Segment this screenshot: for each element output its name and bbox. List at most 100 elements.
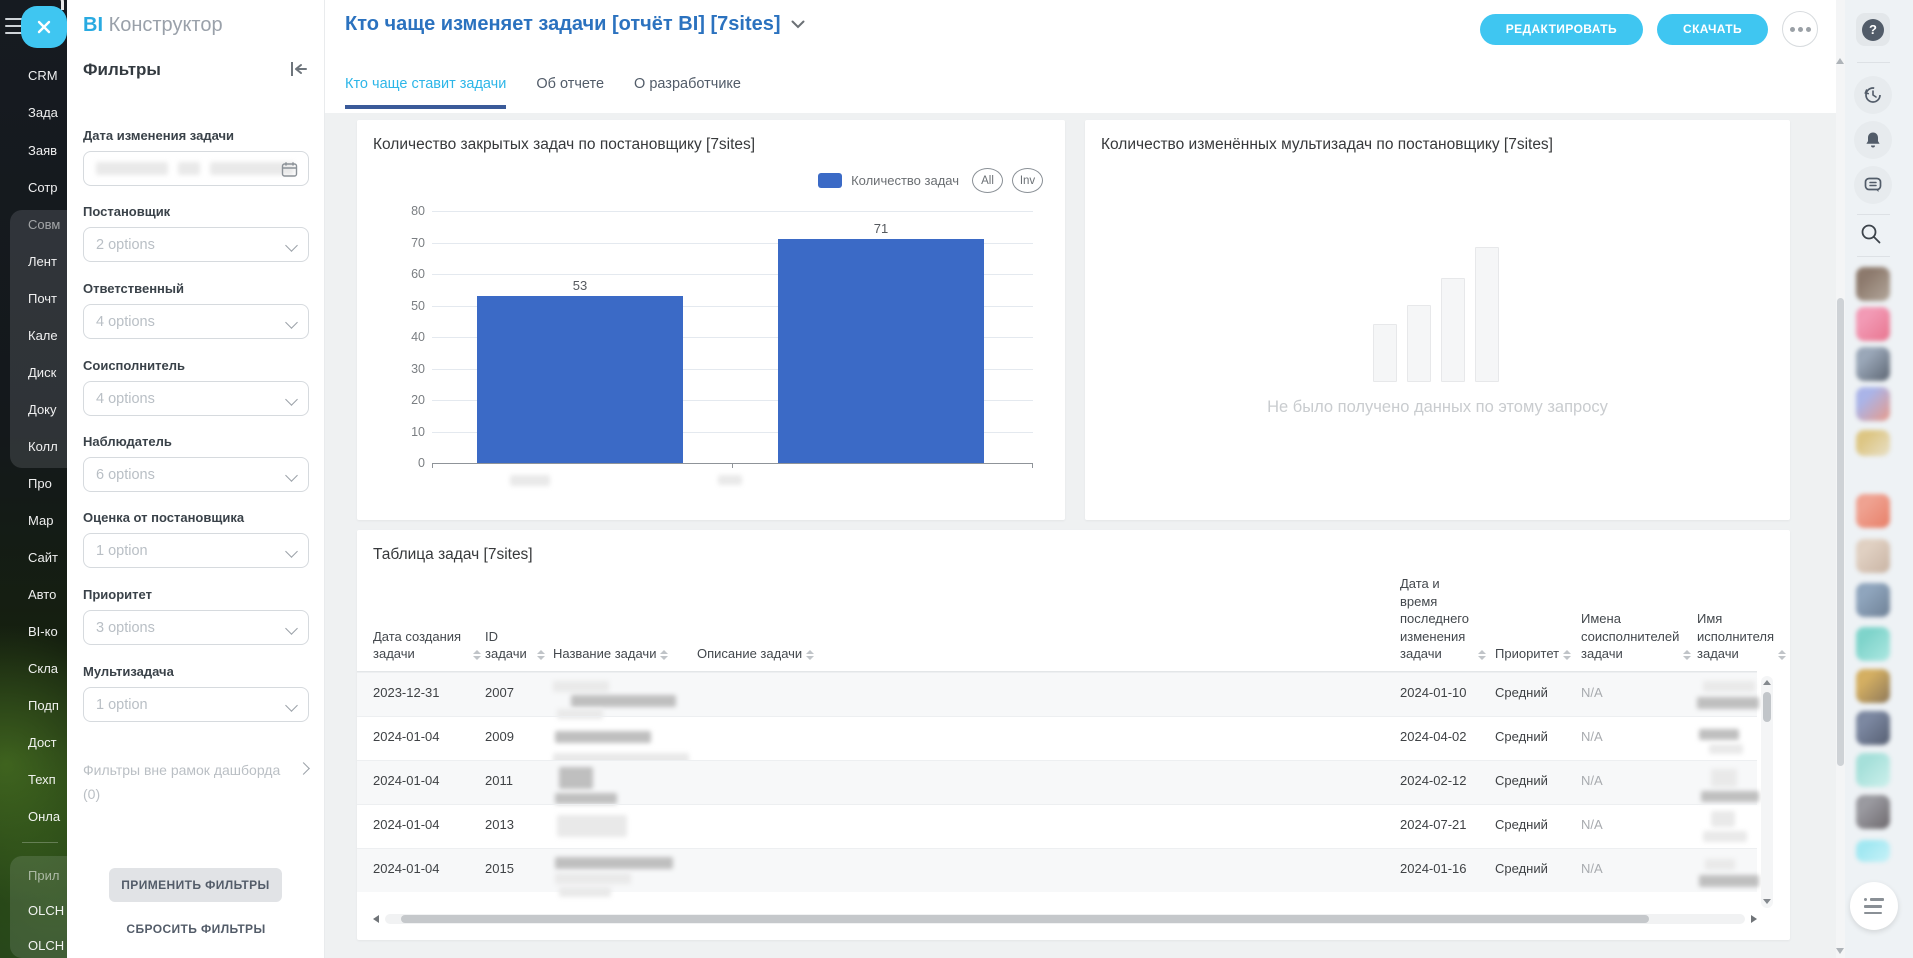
priority-filter-select[interactable]: 3 options (83, 610, 309, 645)
table-row[interactable]: 2024-01-04 2013 2024-07-21 Средний N/A (357, 804, 1757, 848)
scrollbar-thumb[interactable] (1837, 298, 1844, 766)
table-horizontal-scrollbar[interactable] (373, 914, 1757, 924)
avatar[interactable] (1856, 753, 1890, 787)
avatar[interactable] (1856, 627, 1890, 661)
table-row[interactable]: 2024-01-04 2011 2024-02-12 Средний N/A (357, 760, 1759, 804)
coexecutor-filter-select[interactable]: 4 options (83, 381, 309, 416)
sort-icon[interactable] (1478, 650, 1486, 663)
sidebar-item-collab[interactable]: Совм (28, 217, 60, 232)
sidebar-item-disk[interactable]: Диск (28, 365, 56, 380)
sidebar-item-olch-2[interactable]: OLCH (28, 938, 64, 953)
sort-icon[interactable] (1563, 650, 1572, 663)
sidebar-item-crm[interactable]: CRM (28, 68, 58, 83)
history-button[interactable] (1854, 76, 1892, 114)
messenger-button[interactable] (1854, 166, 1892, 204)
tab-about-report[interactable]: Об отчете (536, 76, 604, 109)
tab-who-creates-tasks[interactable]: Кто чаще ставит задачи (345, 76, 507, 109)
creator-filter-select[interactable]: 2 options (83, 227, 309, 262)
scroll-left-arrow[interactable] (373, 915, 379, 923)
avatar[interactable] (1856, 494, 1890, 528)
bar-series-1[interactable]: 71 (778, 221, 984, 463)
date-filter-input[interactable] (83, 151, 309, 186)
sidebar-item-colleagues[interactable]: Колл (28, 439, 58, 454)
avatar[interactable] (1856, 539, 1890, 573)
sidebar-item-warehouse[interactable]: Скла (28, 661, 58, 676)
sidebar-item-mail[interactable]: Почт (28, 291, 57, 306)
scroll-down-arrow[interactable] (1763, 899, 1771, 904)
sidebar-item-olch-1[interactable]: OLCH (28, 903, 64, 918)
help-button[interactable]: ? (1856, 13, 1890, 46)
sidebar-item-bi-constructor[interactable]: BI-ко (28, 624, 58, 639)
scroll-up-arrow[interactable] (1763, 680, 1771, 685)
notifications-button[interactable] (1854, 121, 1892, 159)
scrollbar-thumb[interactable] (401, 915, 1649, 923)
legend-all-toggle[interactable]: All (972, 168, 1003, 193)
col-name[interactable]: Название задачи (553, 645, 693, 663)
calendar-icon[interactable] (281, 161, 298, 178)
sidebar-item-projects[interactable]: Про (28, 476, 52, 491)
sidebar-item-tasks[interactable]: Зада (28, 105, 58, 120)
search-button[interactable] (1859, 222, 1885, 248)
avatar[interactable] (1856, 711, 1890, 745)
outer-filters-link[interactable]: Фильтры вне рамок дашборда (0) (83, 758, 293, 806)
bar-series-0[interactable]: 53 (477, 278, 683, 463)
scrollbar-thumb[interactable] (1763, 692, 1771, 722)
sidebar-item-market[interactable]: Мар (28, 513, 53, 528)
rating-filter-select[interactable]: 1 option (83, 533, 309, 568)
col-modified[interactable]: Дата и время последнего изменения задачи (1400, 575, 1486, 663)
edit-button[interactable]: РЕДАКТИРОВАТЬ (1479, 13, 1643, 45)
sort-icon[interactable] (660, 650, 669, 663)
multitask-filter-select[interactable]: 1 option (83, 687, 309, 722)
responsible-filter-select[interactable]: 4 options (83, 304, 309, 339)
sidebar-item-delivery[interactable]: Дост (28, 735, 57, 750)
avatar[interactable] (1856, 430, 1890, 456)
sort-icon[interactable] (806, 650, 815, 663)
table-row[interactable]: 2023-12-31 2007 2024-01-10 Средний N/A (357, 672, 1759, 719)
col-priority[interactable]: Приоритет (1495, 645, 1575, 663)
avatar[interactable] (1856, 840, 1890, 862)
apply-filters-button[interactable]: ПРИМЕНИТЬ ФИЛЬТРЫ (109, 868, 282, 902)
col-executor[interactable]: Имя исполнителя задачи (1697, 610, 1786, 663)
sidebar-item-sites[interactable]: Сайт (28, 550, 58, 565)
sidebar-item-automation[interactable]: Авто (28, 587, 56, 602)
scroll-down-arrow[interactable] (1836, 948, 1844, 954)
avatar[interactable] (1856, 669, 1890, 703)
sort-icon[interactable] (1778, 650, 1786, 663)
avatar[interactable] (1856, 347, 1890, 381)
page-vertical-scrollbar[interactable] (1836, 0, 1845, 958)
more-options-button[interactable] (1782, 11, 1818, 47)
sidebar-item-feed[interactable]: Лент (28, 254, 57, 269)
legend-inv-toggle[interactable]: Inv (1012, 168, 1043, 193)
observer-filter-select[interactable]: 6 options (83, 457, 309, 492)
quick-list-button[interactable] (1850, 882, 1898, 930)
sidebar-item-docs[interactable]: Доку (28, 402, 57, 417)
table-row[interactable]: 2024-01-04 2009 2024-04-02 Средний N/A (357, 716, 1757, 766)
avatar[interactable] (1856, 583, 1890, 617)
sort-icon[interactable] (473, 650, 481, 663)
scroll-up-arrow[interactable] (1836, 58, 1844, 64)
col-coexecutors[interactable]: Имена соисполнителей задачи (1581, 610, 1692, 663)
sidebar-item-calendar[interactable]: Кале (28, 328, 58, 343)
sidebar-item-sign[interactable]: Подп (28, 698, 59, 713)
collapse-filters-icon[interactable] (288, 58, 310, 80)
avatar[interactable] (1856, 307, 1890, 341)
tab-about-developer[interactable]: О разработчике (634, 76, 741, 109)
download-button[interactable]: СКАЧАТЬ (1657, 13, 1768, 45)
close-menu-button[interactable] (21, 6, 67, 48)
avatar[interactable] (1856, 267, 1890, 301)
sidebar-item-online[interactable]: Онла (28, 809, 60, 824)
sort-icon[interactable] (1683, 650, 1692, 663)
sidebar-item-apps[interactable]: Прил (28, 868, 59, 883)
sidebar-item-tech[interactable]: Техп (28, 772, 56, 787)
avatar[interactable] (1856, 387, 1890, 421)
avatar[interactable] (1856, 795, 1890, 829)
table-vertical-scrollbar[interactable] (1761, 676, 1773, 908)
sidebar-item-requests[interactable]: Заяв (28, 143, 57, 158)
col-created[interactable]: Дата создания задачи (373, 628, 481, 663)
table-row[interactable]: 2024-01-04 2015 2024-01-16 Средний N/A (357, 848, 1759, 897)
sort-icon[interactable] (537, 650, 545, 663)
col-id[interactable]: ID задачи (485, 628, 545, 663)
scroll-right-arrow[interactable] (1751, 915, 1757, 923)
col-desc[interactable]: Описание задачи (697, 645, 837, 663)
sidebar-item-staff[interactable]: Сотр (28, 180, 58, 195)
